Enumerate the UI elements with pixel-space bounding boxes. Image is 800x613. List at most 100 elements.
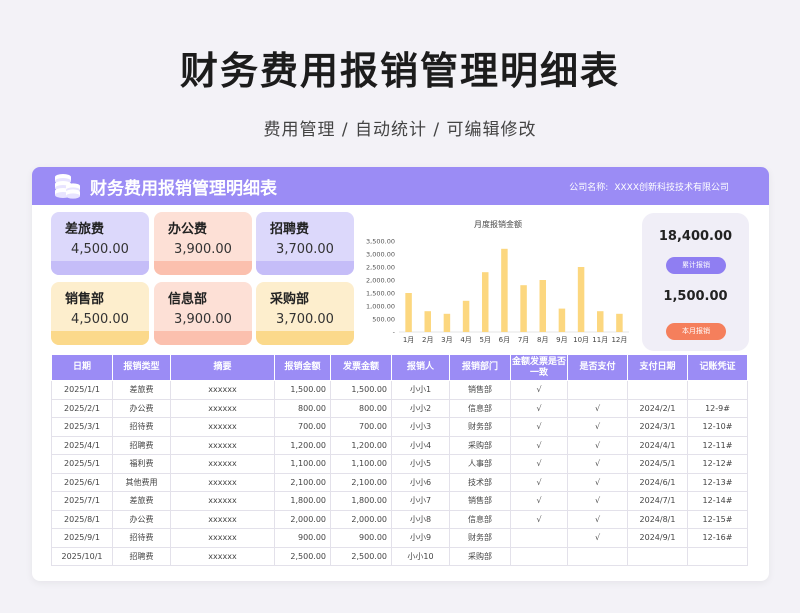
cell-paid[interactable]: √ bbox=[567, 417, 628, 437]
cell-dept[interactable]: 销售部 bbox=[449, 491, 511, 511]
cell-match[interactable] bbox=[510, 528, 568, 548]
cell-dept[interactable]: 采购部 bbox=[449, 435, 511, 455]
cell-voucher[interactable]: 12-12# bbox=[687, 454, 748, 474]
cell-date[interactable]: 2025/4/1 bbox=[51, 435, 113, 455]
cell-amount[interactable]: 900.00 bbox=[274, 528, 331, 548]
cell-amount[interactable]: 700.00 bbox=[274, 417, 331, 437]
cell-dept[interactable]: 人事部 bbox=[449, 454, 511, 474]
cell-amount[interactable]: 2,000.00 bbox=[274, 509, 331, 529]
cell-paid[interactable]: √ bbox=[567, 491, 628, 511]
cell-match[interactable]: √ bbox=[510, 435, 568, 455]
cell-voucher[interactable]: 12-9# bbox=[687, 398, 748, 418]
cell-invoice[interactable]: 1,100.00 bbox=[330, 454, 392, 474]
cell-paydate[interactable]: 2024/9/1 bbox=[627, 528, 688, 548]
month-reimbursed-button[interactable]: 本月报销 bbox=[666, 323, 726, 340]
cell-invoice[interactable]: 1,500.00 bbox=[330, 380, 392, 400]
cell-voucher[interactable]: 12-16# bbox=[687, 528, 748, 548]
cell-voucher[interactable] bbox=[687, 380, 748, 400]
cell-paydate[interactable] bbox=[627, 380, 688, 400]
cell-dept[interactable]: 信息部 bbox=[449, 398, 511, 418]
cell-paid[interactable]: √ bbox=[567, 472, 628, 492]
cell-person[interactable]: 小小2 bbox=[391, 398, 450, 418]
cell-amount[interactable]: 1,500.00 bbox=[274, 380, 331, 400]
cell-voucher[interactable]: 12-10# bbox=[687, 417, 748, 437]
cell-paid[interactable]: √ bbox=[567, 509, 628, 529]
cell-match[interactable]: √ bbox=[510, 380, 568, 400]
cell-date[interactable]: 2025/9/1 bbox=[51, 528, 113, 548]
cell-person[interactable]: 小小5 bbox=[391, 454, 450, 474]
cell-summary[interactable]: xxxxxx bbox=[170, 435, 275, 455]
cell-match[interactable]: √ bbox=[510, 417, 568, 437]
cell-amount[interactable]: 1,100.00 bbox=[274, 454, 331, 474]
cell-summary[interactable]: xxxxxx bbox=[170, 398, 275, 418]
cell-paid[interactable]: √ bbox=[567, 435, 628, 455]
cell-match[interactable]: √ bbox=[510, 472, 568, 492]
cell-date[interactable]: 2025/7/1 bbox=[51, 491, 113, 511]
cell-voucher[interactable]: 12-11# bbox=[687, 435, 748, 455]
cell-paydate[interactable]: 2024/7/1 bbox=[627, 491, 688, 511]
cell-person[interactable]: 小小6 bbox=[391, 472, 450, 492]
cell-match[interactable]: √ bbox=[510, 454, 568, 474]
cell-type[interactable]: 差旅费 bbox=[112, 491, 171, 511]
cell-paid[interactable] bbox=[567, 380, 628, 400]
cell-invoice[interactable]: 900.00 bbox=[330, 528, 392, 548]
cell-match[interactable]: √ bbox=[510, 509, 568, 529]
cell-person[interactable]: 小小8 bbox=[391, 509, 450, 529]
cell-paydate[interactable]: 2024/4/1 bbox=[627, 435, 688, 455]
cell-type[interactable]: 办公费 bbox=[112, 398, 171, 418]
cell-paid[interactable]: √ bbox=[567, 454, 628, 474]
cell-invoice[interactable]: 2,100.00 bbox=[330, 472, 392, 492]
cell-type[interactable]: 其他费用 bbox=[112, 472, 171, 492]
cell-amount[interactable]: 2,500.00 bbox=[274, 546, 331, 566]
cell-invoice[interactable]: 1,800.00 bbox=[330, 491, 392, 511]
cell-dept[interactable]: 信息部 bbox=[449, 509, 511, 529]
cell-person[interactable]: 小小9 bbox=[391, 528, 450, 548]
cell-invoice[interactable]: 2,000.00 bbox=[330, 509, 392, 529]
cell-paydate[interactable] bbox=[627, 546, 688, 566]
cell-type[interactable]: 差旅费 bbox=[112, 380, 171, 400]
cell-paydate[interactable]: 2024/5/1 bbox=[627, 454, 688, 474]
cell-voucher[interactable] bbox=[687, 546, 748, 566]
cell-match[interactable]: √ bbox=[510, 491, 568, 511]
cell-date[interactable]: 2025/5/1 bbox=[51, 454, 113, 474]
cell-dept[interactable]: 技术部 bbox=[449, 472, 511, 492]
cell-type[interactable]: 办公费 bbox=[112, 509, 171, 529]
cell-person[interactable]: 小小1 bbox=[391, 380, 450, 400]
cell-dept[interactable]: 财务部 bbox=[449, 528, 511, 548]
cell-date[interactable]: 2025/8/1 bbox=[51, 509, 113, 529]
cell-invoice[interactable]: 1,200.00 bbox=[330, 435, 392, 455]
cell-summary[interactable]: xxxxxx bbox=[170, 454, 275, 474]
cell-amount[interactable]: 1,800.00 bbox=[274, 491, 331, 511]
cell-type[interactable]: 招聘费 bbox=[112, 546, 171, 566]
cell-date[interactable]: 2025/6/1 bbox=[51, 472, 113, 492]
cell-type[interactable]: 招聘费 bbox=[112, 435, 171, 455]
cell-voucher[interactable]: 12-15# bbox=[687, 509, 748, 529]
cell-person[interactable]: 小小4 bbox=[391, 435, 450, 455]
cell-type[interactable]: 招待费 bbox=[112, 528, 171, 548]
cell-amount[interactable]: 800.00 bbox=[274, 398, 331, 418]
cell-date[interactable]: 2025/3/1 bbox=[51, 417, 113, 437]
cell-invoice[interactable]: 2,500.00 bbox=[330, 546, 392, 566]
cell-match[interactable] bbox=[510, 546, 568, 566]
cell-paid[interactable]: √ bbox=[567, 528, 628, 548]
cell-summary[interactable]: xxxxxx bbox=[170, 546, 275, 566]
cell-summary[interactable]: xxxxxx bbox=[170, 509, 275, 529]
cell-dept[interactable]: 销售部 bbox=[449, 380, 511, 400]
cell-person[interactable]: 小小7 bbox=[391, 491, 450, 511]
cell-invoice[interactable]: 700.00 bbox=[330, 417, 392, 437]
cell-summary[interactable]: xxxxxx bbox=[170, 472, 275, 492]
total-reimbursed-button[interactable]: 累计报销 bbox=[666, 257, 726, 274]
cell-paydate[interactable]: 2024/6/1 bbox=[627, 472, 688, 492]
cell-dept[interactable]: 采购部 bbox=[449, 546, 511, 566]
cell-amount[interactable]: 2,100.00 bbox=[274, 472, 331, 492]
cell-paydate[interactable]: 2024/3/1 bbox=[627, 417, 688, 437]
cell-paid[interactable] bbox=[567, 546, 628, 566]
cell-summary[interactable]: xxxxxx bbox=[170, 380, 275, 400]
cell-person[interactable]: 小小10 bbox=[391, 546, 450, 566]
cell-amount[interactable]: 1,200.00 bbox=[274, 435, 331, 455]
cell-person[interactable]: 小小3 bbox=[391, 417, 450, 437]
cell-paydate[interactable]: 2024/8/1 bbox=[627, 509, 688, 529]
cell-summary[interactable]: xxxxxx bbox=[170, 417, 275, 437]
cell-type[interactable]: 福利费 bbox=[112, 454, 171, 474]
cell-date[interactable]: 2025/1/1 bbox=[51, 380, 113, 400]
